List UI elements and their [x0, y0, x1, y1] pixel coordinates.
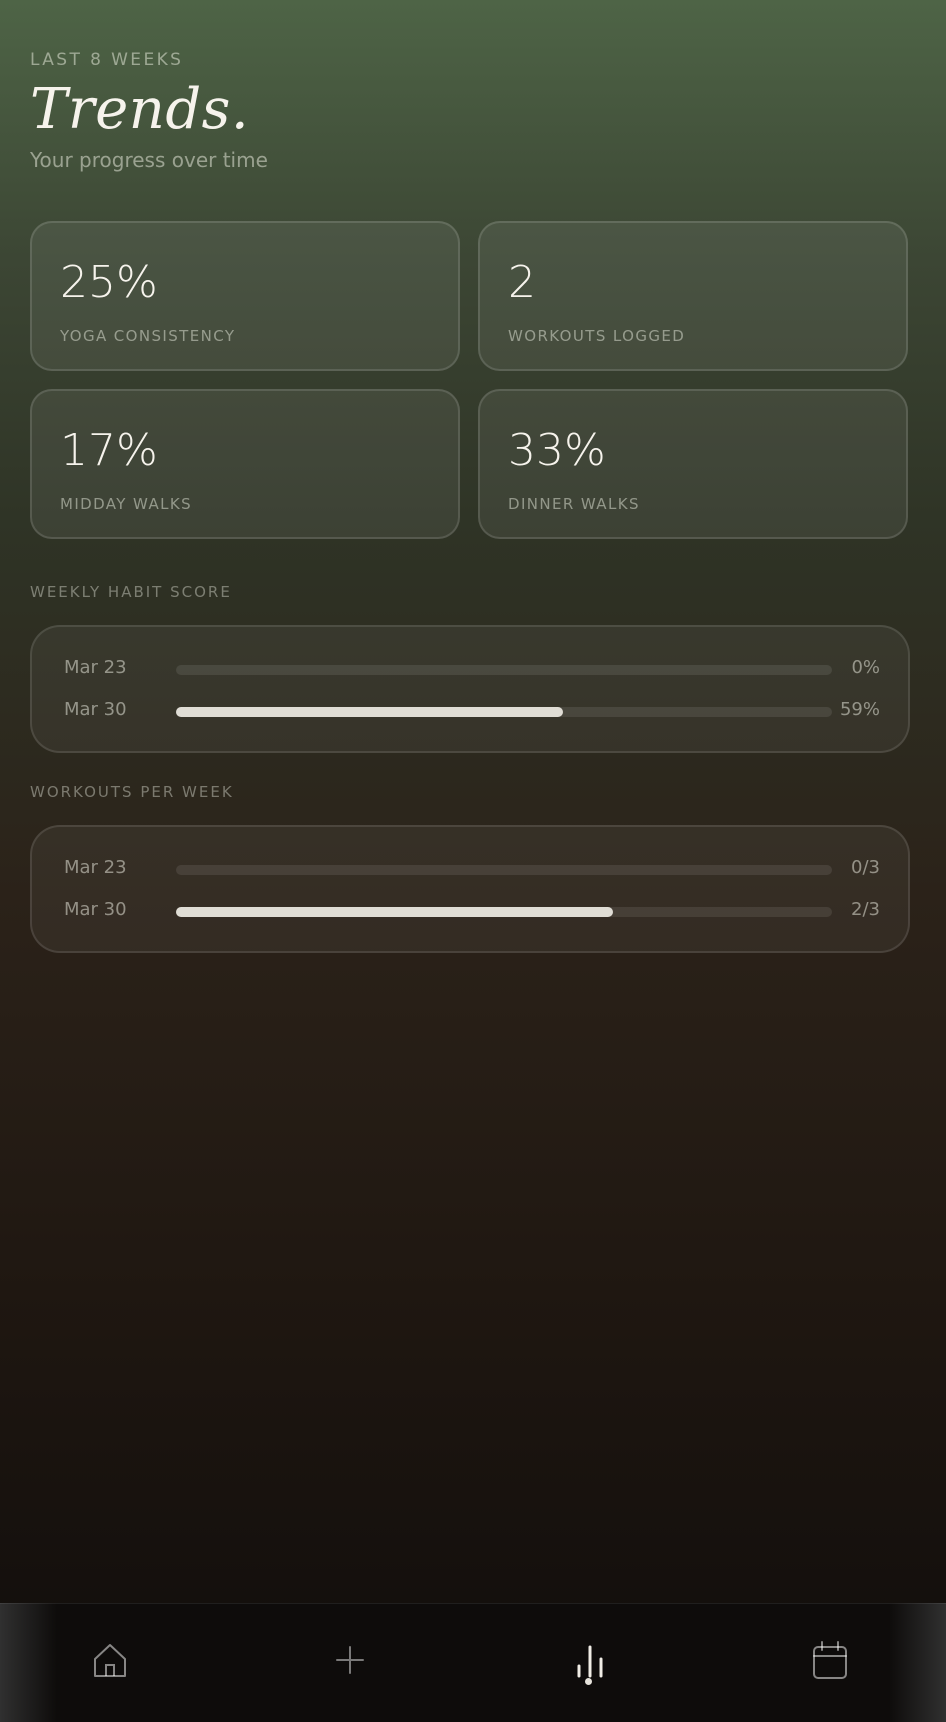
nav-calendar[interactable] [800, 1630, 860, 1690]
week-label: Mar 30 [64, 899, 127, 920]
value-label: 59% [839, 699, 880, 720]
value-label: 0% [851, 657, 880, 678]
stat-card-dinner-walks: 33% DINNER WALKS [478, 389, 908, 539]
active-indicator-dot [585, 1678, 592, 1685]
stat-card-midday-walks: 17% MIDDAY WALKS [30, 389, 460, 539]
stat-label: YOGA CONSISTENCY [60, 327, 236, 345]
calendar-icon [813, 1641, 847, 1679]
bottom-nav [0, 1603, 946, 1722]
weekly-habit-score-label: WEEKLY HABIT SCORE [30, 583, 232, 601]
progress-fill [176, 907, 614, 917]
week-label: Mar 23 [64, 657, 127, 678]
stat-label: WORKOUTS LOGGED [508, 327, 686, 345]
value-label: 2/3 [851, 899, 880, 920]
habit-score-row: Mar 30 59% [64, 697, 880, 725]
nav-add[interactable] [320, 1630, 380, 1690]
stat-value: 17% [60, 425, 158, 476]
stat-value: 33% [508, 425, 606, 476]
plus-icon [336, 1646, 364, 1674]
week-label: Mar 23 [64, 857, 127, 878]
home-icon [94, 1644, 126, 1677]
progress-track [176, 707, 832, 717]
progress-fill [176, 707, 564, 717]
stat-value: 2 [508, 257, 536, 308]
workouts-per-week-label: WORKOUTS PER WEEK [30, 783, 234, 801]
stat-label: MIDDAY WALKS [60, 495, 193, 513]
week-label: Mar 30 [64, 699, 127, 720]
page-title: Trends. [30, 77, 250, 142]
stat-card-workouts-logged: 2 WORKOUTS LOGGED [478, 221, 908, 371]
page-subtitle: Your progress over time [30, 148, 268, 172]
stat-value: 25% [60, 257, 158, 308]
habit-score-row: Mar 23 0% [64, 655, 880, 683]
value-label: 0/3 [851, 857, 880, 878]
progress-track [176, 865, 832, 875]
stat-label: DINNER WALKS [508, 495, 640, 513]
stat-card-yoga-consistency: 25% YOGA CONSISTENCY [30, 221, 460, 371]
progress-track [176, 907, 832, 917]
weekly-habit-score-card: Mar 23 0% Mar 30 59% [30, 625, 910, 753]
nav-home[interactable] [80, 1630, 140, 1690]
workouts-row: Mar 23 0/3 [64, 855, 880, 883]
period-eyebrow: LAST 8 WEEKS [30, 50, 184, 70]
workouts-row: Mar 30 2/3 [64, 897, 880, 925]
workouts-per-week-card: Mar 23 0/3 Mar 30 2/3 [30, 825, 910, 953]
progress-track [176, 665, 832, 675]
